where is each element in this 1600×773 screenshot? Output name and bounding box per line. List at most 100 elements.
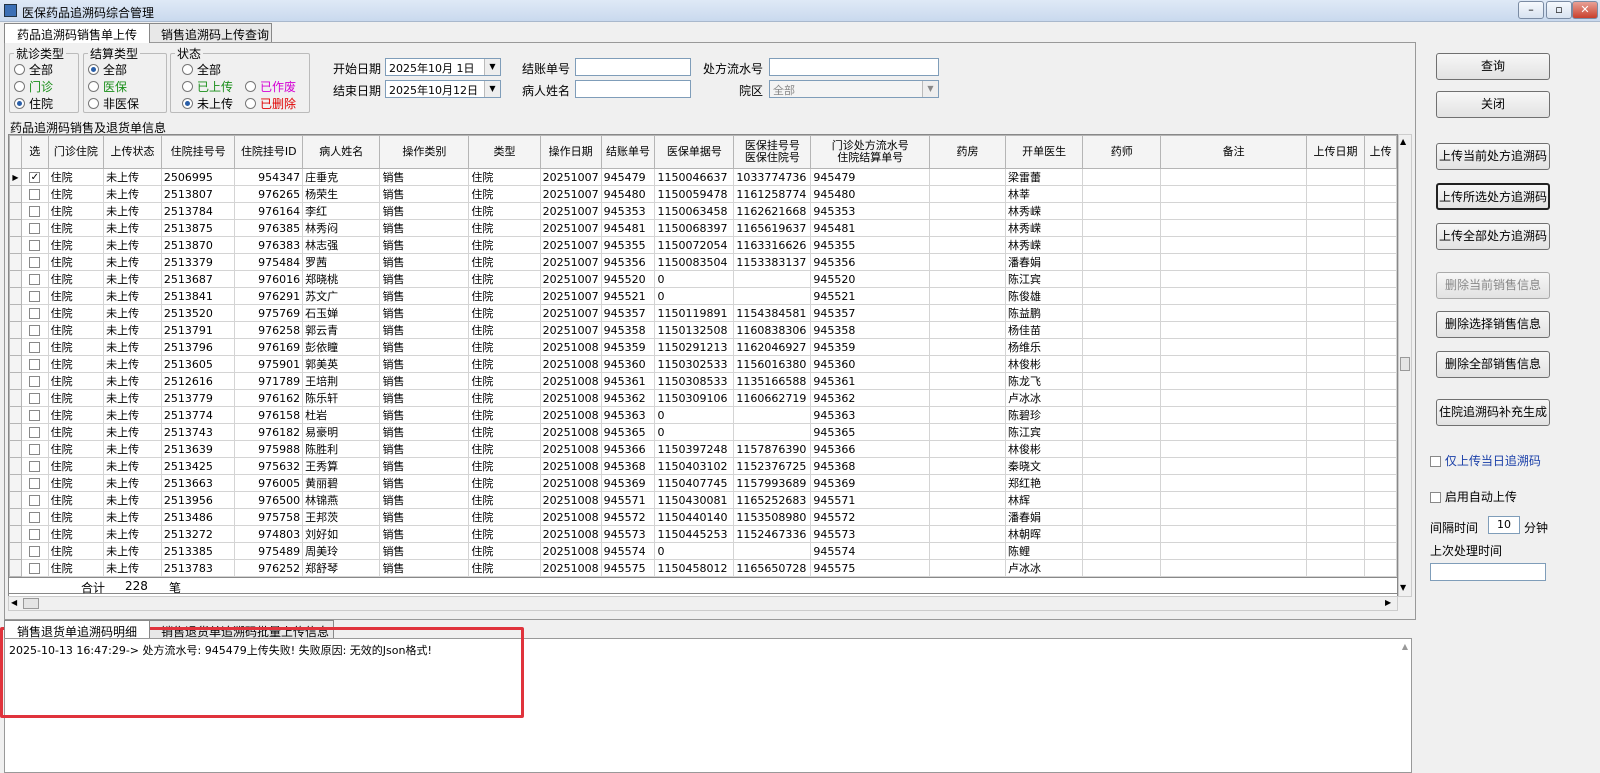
- table-cell[interactable]: 销售: [379, 491, 470, 509]
- table-cell[interactable]: 976252: [234, 559, 304, 577]
- checkbox-icon[interactable]: [29, 257, 41, 268]
- table-cell[interactable]: 976291: [234, 287, 304, 305]
- table-cell[interactable]: [1160, 219, 1307, 237]
- row-select-checkbox[interactable]: ✓: [20, 168, 49, 186]
- table-cell[interactable]: [1364, 355, 1397, 373]
- table-cell[interactable]: 2513605: [160, 355, 236, 373]
- table-cell[interactable]: 2513639: [160, 440, 236, 458]
- table-cell[interactable]: 976265: [234, 185, 304, 203]
- table-cell[interactable]: 住院: [47, 338, 105, 356]
- table-cell[interactable]: 2512616: [160, 372, 236, 390]
- table-cell[interactable]: 2513663: [160, 474, 236, 492]
- upload-selected-button[interactable]: 上传所选处方追溯码: [1436, 183, 1550, 210]
- table-cell[interactable]: 住院: [468, 304, 541, 322]
- table-cell[interactable]: 1150403102: [654, 457, 735, 475]
- table-cell[interactable]: [1082, 406, 1162, 424]
- table-cell[interactable]: 销售: [379, 236, 470, 254]
- table-cell[interactable]: [1364, 423, 1397, 441]
- table-cell[interactable]: 销售: [379, 270, 470, 288]
- table-cell[interactable]: 1150046637: [654, 168, 735, 186]
- table-cell[interactable]: 954347: [234, 168, 304, 186]
- table-cell[interactable]: 郭云青: [302, 321, 381, 339]
- checkbox-icon[interactable]: [29, 461, 41, 472]
- table-cell[interactable]: 住院: [468, 389, 541, 407]
- scroll-down-icon[interactable]: ▼: [1400, 583, 1406, 592]
- table-cell[interactable]: 945521: [810, 287, 931, 305]
- upload-all-button[interactable]: 上传全部处方追溯码: [1436, 223, 1550, 250]
- checkbox-icon[interactable]: [29, 376, 41, 387]
- table-cell[interactable]: 2506995: [160, 168, 236, 186]
- table-cell[interactable]: 住院: [47, 525, 105, 543]
- table-cell[interactable]: [1082, 236, 1162, 254]
- table-cell[interactable]: 住院: [468, 559, 541, 577]
- table-cell[interactable]: 林俊彬: [1005, 355, 1084, 373]
- row-select-checkbox[interactable]: [20, 338, 49, 356]
- table-cell[interactable]: 陈乐轩: [302, 389, 381, 407]
- table-cell[interactable]: [1305, 355, 1366, 373]
- table-cell[interactable]: 1157993689: [733, 474, 812, 492]
- checkbox-icon[interactable]: [29, 495, 41, 506]
- table-cell[interactable]: [1305, 389, 1366, 407]
- table-cell[interactable]: 945356: [600, 253, 656, 271]
- table-cell[interactable]: [1364, 508, 1397, 526]
- checkbox-icon[interactable]: [1430, 456, 1441, 467]
- table-cell[interactable]: 1150309106: [654, 389, 735, 407]
- table-cell[interactable]: [1364, 406, 1397, 424]
- table-cell[interactable]: [1364, 202, 1397, 220]
- checkbox-icon[interactable]: [29, 546, 41, 557]
- column-header[interactable]: 结账单号: [600, 135, 656, 169]
- table-cell[interactable]: 销售: [379, 542, 470, 560]
- bill-no-input[interactable]: [575, 58, 691, 76]
- table-cell[interactable]: 945571: [600, 491, 656, 509]
- table-cell[interactable]: 20251008: [539, 491, 602, 509]
- table-cell[interactable]: [1364, 185, 1397, 203]
- table-cell[interactable]: [1305, 508, 1366, 526]
- table-cell[interactable]: [929, 168, 1007, 186]
- table-cell[interactable]: 销售: [379, 508, 470, 526]
- table-cell[interactable]: 945480: [600, 185, 656, 203]
- last-time-input[interactable]: [1430, 563, 1546, 581]
- table-cell[interactable]: 1135166588: [733, 372, 812, 390]
- table-cell[interactable]: [929, 542, 1007, 560]
- generate-button[interactable]: 住院追溯码补充生成: [1436, 399, 1550, 426]
- checkbox-icon[interactable]: [29, 240, 41, 251]
- table-cell[interactable]: 945355: [810, 236, 931, 254]
- table-cell[interactable]: [1160, 508, 1307, 526]
- table-cell[interactable]: [733, 287, 812, 305]
- table-cell[interactable]: 2513486: [160, 508, 236, 526]
- table-cell[interactable]: [929, 389, 1007, 407]
- table-cell[interactable]: 1150445253: [654, 525, 735, 543]
- checkbox-icon[interactable]: [29, 427, 41, 438]
- table-cell[interactable]: 20251008: [539, 338, 602, 356]
- table-cell[interactable]: 郑舒琴: [302, 559, 381, 577]
- table-cell[interactable]: 1153508980: [733, 508, 812, 526]
- table-cell[interactable]: 销售: [379, 423, 470, 441]
- table-cell[interactable]: [1364, 236, 1397, 254]
- table-cell[interactable]: 971789: [234, 372, 304, 390]
- table-cell[interactable]: 975489: [234, 542, 304, 560]
- table-cell[interactable]: 林秀闷: [302, 219, 381, 237]
- row-select-checkbox[interactable]: [20, 253, 49, 271]
- table-cell[interactable]: 945571: [810, 491, 931, 509]
- table-row[interactable]: 住院 未上传 2513791 976258 郭云青 销售 住院 20251007 945358 1…: [9, 321, 1397, 339]
- table-cell[interactable]: [1082, 185, 1162, 203]
- table-cell[interactable]: 20251007: [539, 219, 602, 237]
- table-cell[interactable]: 未上传: [103, 542, 162, 560]
- table-cell[interactable]: [1364, 253, 1397, 271]
- table-cell[interactable]: 未上传: [103, 508, 162, 526]
- table-cell[interactable]: 2513272: [160, 525, 236, 543]
- table-cell[interactable]: [1364, 168, 1397, 186]
- table-cell[interactable]: 945369: [600, 474, 656, 492]
- table-row[interactable]: 住院 未上传 2513870 976383 林志强 销售 住院 20251007 945355 1…: [9, 236, 1397, 254]
- table-cell[interactable]: [1305, 440, 1366, 458]
- checkbox-icon[interactable]: [29, 274, 41, 285]
- settle-insurance-radio[interactable]: 医保: [88, 78, 127, 95]
- tab-return-detail[interactable]: 销售退货单追溯码明细: [4, 620, 150, 639]
- table-cell[interactable]: [929, 372, 1007, 390]
- table-cell[interactable]: 住院: [468, 491, 541, 509]
- table-cell[interactable]: 945362: [810, 389, 931, 407]
- rx-flow-input[interactable]: [769, 58, 939, 76]
- table-cell[interactable]: 945368: [600, 457, 656, 475]
- table-cell[interactable]: 2513796: [160, 338, 236, 356]
- table-cell[interactable]: 梁雷蕾: [1005, 168, 1084, 186]
